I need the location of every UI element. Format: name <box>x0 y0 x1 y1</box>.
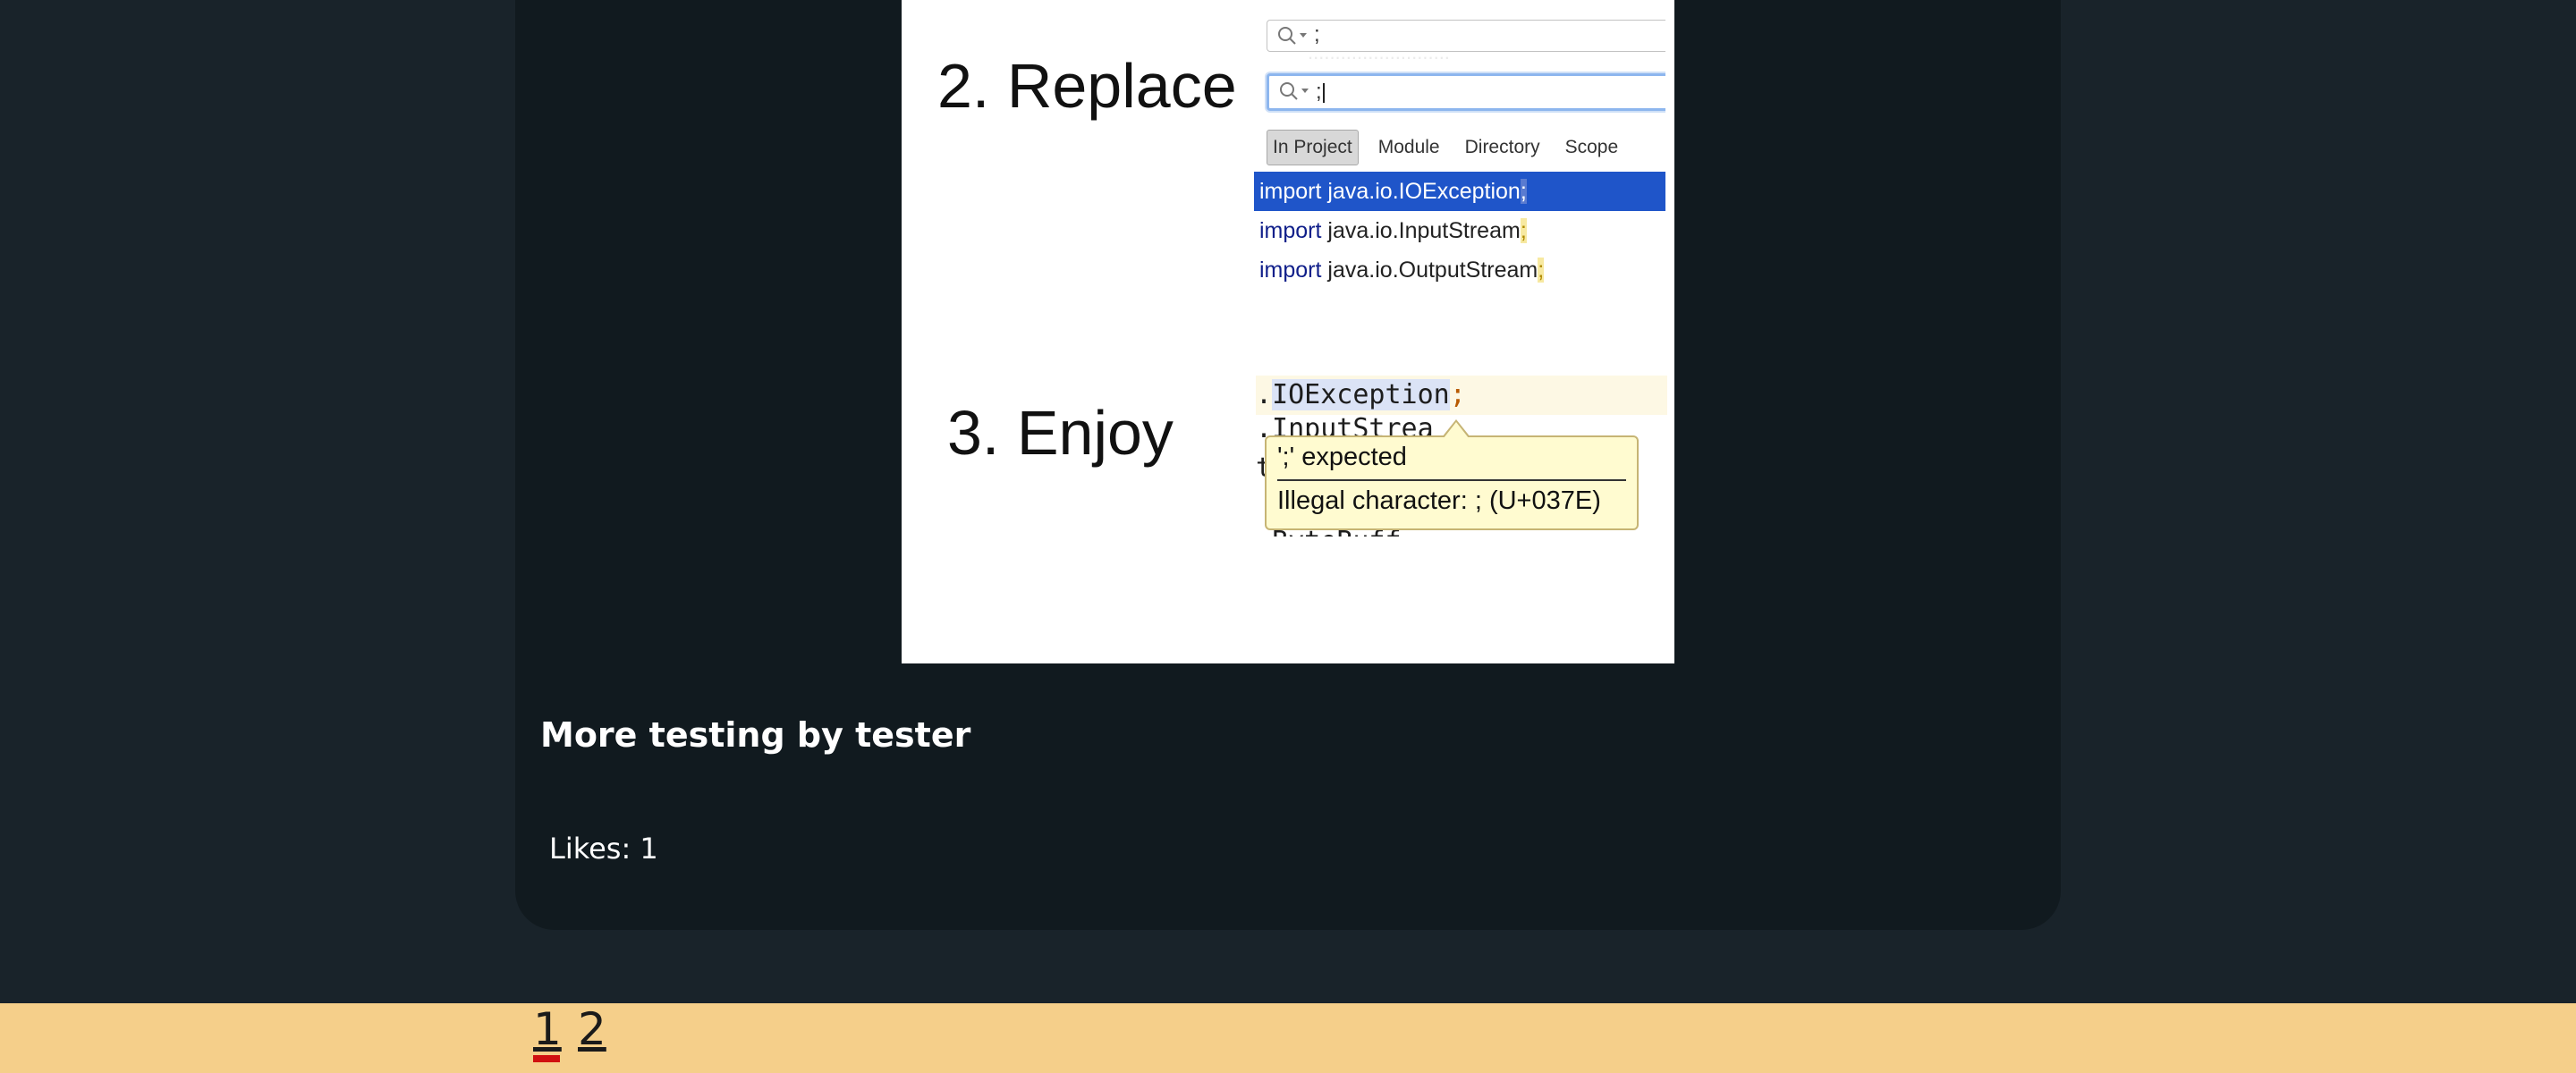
pagination-bar <box>0 1003 2576 1073</box>
code-error-char: ; <box>1449 379 1466 410</box>
code-highlight: IOException <box>1272 379 1450 410</box>
step-enjoy-label: 3. Enjoy <box>947 398 1174 468</box>
result-keyword: import <box>1259 258 1322 283</box>
tooltip-arrow <box>1442 419 1470 438</box>
result-text: java.io.InputStream <box>1327 218 1521 243</box>
post-title: More testing by tester <box>540 715 971 755</box>
error-tooltip: ';' expected Illegal character: ; (U+037… <box>1265 419 1639 530</box>
find-field: ; <box>1267 20 1665 52</box>
scope-tab-directory: Directory <box>1464 137 1540 157</box>
likes-count: Likes: 1 <box>549 832 658 866</box>
scope-tab-scope: Scope <box>1564 137 1619 157</box>
tooltip-line-2: Illegal character: ; (U+037E) <box>1277 486 1601 515</box>
page-link-2[interactable]: 2 <box>578 1003 606 1055</box>
result-keyword: import <box>1259 218 1322 243</box>
result-row: import java.io.OutputStream; <box>1254 250 1665 290</box>
result-semicolon: ; <box>1520 179 1527 204</box>
replace-field: ; <box>1267 73 1665 111</box>
search-icon <box>1278 27 1307 45</box>
code-prefix: . <box>1256 379 1273 410</box>
find-value: ; <box>1314 22 1320 46</box>
scope-tab-in-project: In Project <box>1267 130 1359 165</box>
result-text: java.io.OutputStream <box>1327 258 1538 283</box>
result-text: java.io.IOException <box>1327 179 1521 204</box>
step-replace-label: 2. Replace <box>937 51 1237 121</box>
search-icon <box>1280 82 1309 100</box>
scope-tabs: In Project Module Directory Scope <box>1267 129 1623 166</box>
result-keyword: import <box>1259 179 1322 204</box>
result-semicolon: ; <box>1520 218 1527 243</box>
post-image: 2. Replace 3. Enjoy ....................… <box>902 0 1674 663</box>
replace-value-text: ; <box>1316 80 1322 104</box>
code-line: .IOException; <box>1256 376 1667 415</box>
result-semicolon: ; <box>1538 258 1545 283</box>
replace-value: ; <box>1316 80 1325 105</box>
tooltip-line-1: ';' expected <box>1277 443 1626 481</box>
result-row: import java.io.IOException; <box>1254 172 1665 211</box>
ide-find-replace-screenshot: ..................... ..................… <box>1254 0 1665 322</box>
page-link-1[interactable]: 1 <box>533 1003 562 1055</box>
current-page-indicator <box>533 1055 560 1062</box>
text-caret <box>1322 82 1325 103</box>
result-row: import java.io.InputStream; <box>1254 211 1665 250</box>
scope-tab-module: Module <box>1377 137 1440 157</box>
